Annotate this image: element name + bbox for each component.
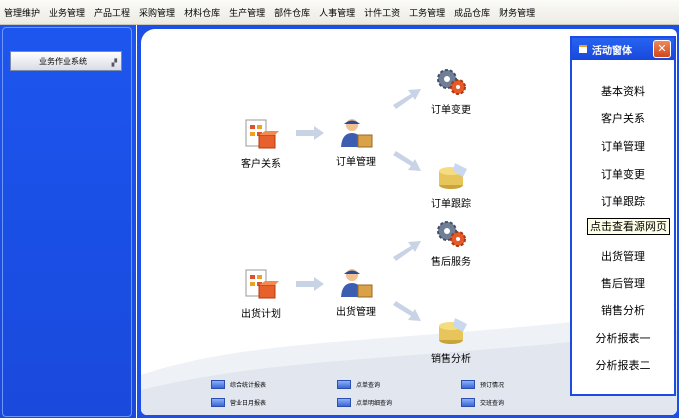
left-panel-border	[2, 27, 132, 417]
business-system-button[interactable]: 业务作业系统 ▞	[10, 51, 122, 71]
activity-item-order-change[interactable]: 订单变更	[572, 166, 674, 182]
arrow-right-icon	[296, 126, 324, 140]
quick-link-order-detail-query[interactable]: 点单明细查询	[337, 398, 392, 407]
report-icon	[461, 398, 475, 407]
node-customer-relations[interactable]: 客户关系	[226, 117, 296, 170]
quick-link-summary-report[interactable]: 综合统计报表	[211, 380, 266, 389]
node-label: 出货计划	[241, 309, 281, 320]
quick-link-shift-query[interactable]: 交班查询	[461, 398, 504, 407]
node-label: 客户关系	[241, 159, 281, 170]
node-label: 订单变更	[431, 105, 471, 116]
node-order-change[interactable]: 订单变更	[416, 63, 486, 116]
grip-icon: ▞	[111, 59, 117, 67]
menu-item-production[interactable]: 生产管理	[225, 6, 270, 19]
node-label: 订单管理	[336, 157, 376, 168]
node-label: 销售分析	[431, 354, 471, 365]
activity-item-basic-data[interactable]: 基本资料	[572, 83, 674, 99]
menu-item-hr[interactable]: 人事管理	[315, 6, 360, 19]
menu-item-material-warehouse[interactable]: 材料仓库	[180, 6, 225, 19]
quick-link-label: 营业日月报表	[230, 400, 267, 407]
quick-link-label: 点单查询	[356, 382, 381, 389]
menu-item-purchasing[interactable]: 采购管理	[135, 6, 180, 19]
menu-bar: 管理维护 业务管理 产品工程 采购管理 材料仓库 生产管理 部件仓库 人事管理 …	[0, 0, 679, 25]
node-shipment-management[interactable]: 出货管理	[321, 265, 391, 318]
activity-panel-title: 活动窗体	[592, 45, 632, 57]
window-icon	[579, 45, 587, 53]
tooltip: 点击查看源网页	[587, 218, 670, 235]
worker-box-icon	[341, 119, 373, 148]
coins-icon	[439, 318, 467, 344]
menu-item-finance[interactable]: 财务管理	[495, 6, 540, 19]
business-system-label: 业务作业系统	[39, 56, 87, 66]
document-box-icon	[245, 119, 279, 149]
worker-box-icon	[341, 269, 373, 298]
report-icon	[337, 398, 351, 407]
quick-link-label: 综合统计报表	[230, 382, 267, 389]
close-button[interactable]: ✕	[653, 40, 671, 58]
arrow-right-icon	[296, 277, 324, 291]
menu-item-maintenance[interactable]: 管理维护	[0, 6, 45, 19]
quick-link-label: 预订情况	[480, 382, 505, 389]
node-sales-analysis[interactable]: 销售分析	[416, 312, 486, 365]
node-label: 订单跟踪	[431, 199, 471, 210]
menu-item-works[interactable]: 工务管理	[405, 6, 450, 19]
quick-link-label: 点单明细查询	[356, 400, 393, 407]
quick-link-order-query[interactable]: 点单查询	[337, 380, 380, 389]
left-nav-panel: 业务作业系统 ▞	[0, 25, 136, 418]
gears-icon	[437, 69, 466, 95]
node-label: 售后服务	[431, 257, 471, 268]
activity-item-shipment-management[interactable]: 出货管理	[572, 248, 674, 264]
activity-item-after-sales[interactable]: 售后管理	[572, 275, 674, 291]
menu-item-parts-warehouse[interactable]: 部件仓库	[270, 6, 315, 19]
quick-link-daily-monthly-report[interactable]: 营业日月报表	[211, 398, 266, 407]
report-icon	[337, 380, 351, 389]
menu-item-business[interactable]: 业务管理	[45, 6, 90, 19]
menu-item-piece-wage[interactable]: 计件工资	[360, 6, 405, 19]
quick-link-booking-status[interactable]: 预订情况	[461, 380, 504, 389]
quick-link-label: 交班查询	[480, 400, 505, 407]
menu-item-product-engineering[interactable]: 产品工程	[90, 6, 135, 19]
report-icon	[211, 380, 225, 389]
activity-panel-header: 活动窗体 ✕	[572, 38, 674, 60]
activity-item-sales-analysis[interactable]: 销售分析	[572, 302, 674, 318]
node-shipment-plan[interactable]: 出货计划	[226, 267, 296, 320]
node-label: 出货管理	[336, 307, 376, 318]
document-box-icon	[245, 269, 279, 299]
node-after-sales[interactable]: 售后服务	[416, 215, 486, 268]
report-icon	[461, 380, 475, 389]
menu-item-finished-warehouse[interactable]: 成品仓库	[450, 6, 495, 19]
gears-icon	[437, 221, 466, 247]
activity-item-analysis-report-2[interactable]: 分析报表二	[572, 357, 674, 373]
activity-item-order-management[interactable]: 订单管理	[572, 138, 674, 154]
node-order-tracking[interactable]: 订单跟踪	[416, 157, 486, 210]
activity-item-order-tracking[interactable]: 订单跟踪	[572, 193, 674, 209]
report-icon	[211, 398, 225, 407]
activity-window-panel: 活动窗体 ✕ 基本资料 客户关系 订单管理 订单变更 订单跟踪 出货管理 售后管…	[570, 36, 676, 396]
coins-icon	[439, 163, 467, 189]
node-order-management[interactable]: 订单管理	[321, 115, 391, 168]
activity-item-analysis-report-1[interactable]: 分析报表一	[572, 330, 674, 346]
activity-item-customer-relations[interactable]: 客户关系	[572, 110, 674, 126]
